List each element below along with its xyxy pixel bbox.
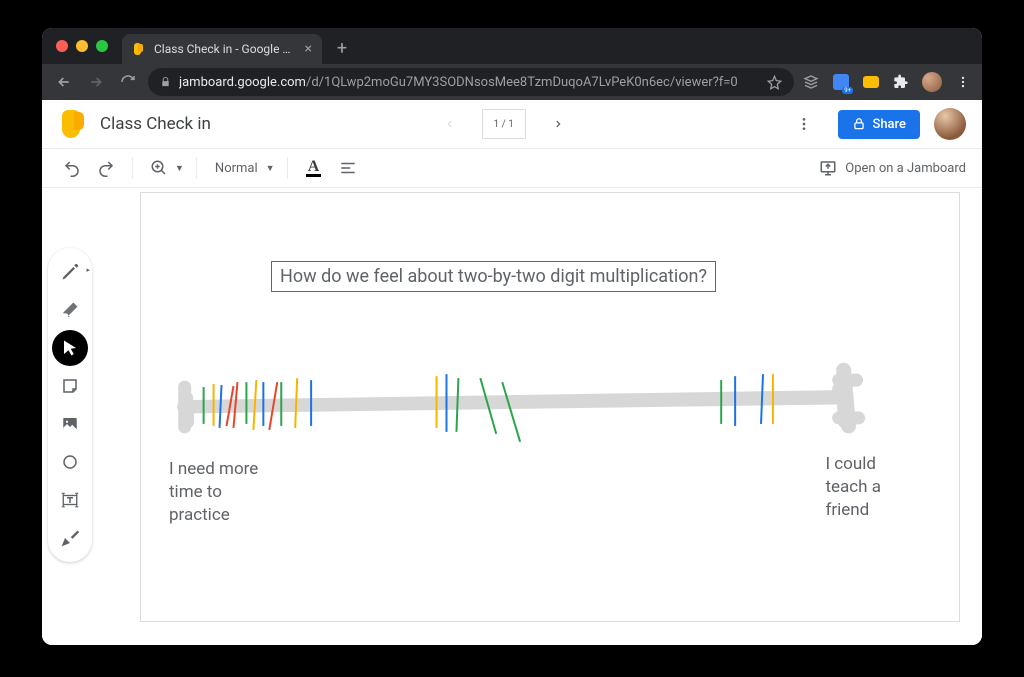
jamboard-favicon-icon <box>132 42 146 56</box>
zoom-level-dropdown[interactable]: Normal ▼ <box>209 161 275 176</box>
spectrum-label-right: I could teach a friend <box>825 453 881 522</box>
toolbar-separator <box>132 157 133 179</box>
address-bar-input[interactable]: jamboard.google.com/d/1QLwp2moGu7MY3SODN… <box>148 68 794 96</box>
frame-selector[interactable]: 1 / 1 <box>482 109 526 139</box>
extensions-row <box>802 72 972 92</box>
content-area: ▸ <box>42 188 982 645</box>
text-align-button[interactable] <box>334 154 362 182</box>
minimize-window-button[interactable] <box>76 40 88 52</box>
zoom-icon <box>145 154 173 182</box>
text-color-button[interactable]: A <box>300 154 328 182</box>
zoom-control[interactable]: ▼ <box>145 154 184 182</box>
jamboard-logo-icon[interactable] <box>58 110 86 138</box>
forward-button[interactable] <box>84 70 108 94</box>
lock-icon <box>160 76 171 88</box>
reload-button[interactable] <box>116 70 140 94</box>
share-button[interactable]: Share <box>838 110 920 139</box>
formatting-toolbar: ▼ Normal ▼ A Open on a Jamboard <box>42 148 982 188</box>
toolbar-separator <box>196 157 197 179</box>
text-box-tool[interactable] <box>52 482 88 518</box>
question-text: How do we feel about two-by-two digit mu… <box>280 266 707 287</box>
user-avatar[interactable] <box>934 108 966 140</box>
image-tool[interactable] <box>52 406 88 442</box>
maximize-window-button[interactable] <box>96 40 108 52</box>
header-right-controls: Share <box>796 108 966 140</box>
spectrum-label-left: I need more time to practice <box>169 458 258 527</box>
extension-mail-icon[interactable] <box>862 73 880 91</box>
browser-tab[interactable]: Class Check in - Google Jambo × <box>122 34 322 64</box>
eraser-tool[interactable] <box>52 292 88 328</box>
open-on-jamboard-button[interactable]: Open on a Jamboard <box>819 159 966 177</box>
browser-tab-bar: Class Check in - Google Jambo × + <box>42 28 982 64</box>
shape-tool[interactable] <box>52 444 88 480</box>
open-on-jamboard-label: Open on a Jamboard <box>845 161 966 176</box>
new-tab-button[interactable]: + <box>328 34 356 62</box>
browser-address-bar: jamboard.google.com/d/1QLwp2moGu7MY3SODN… <box>42 64 982 100</box>
share-button-label: Share <box>872 117 906 132</box>
frame-indicator-label: 1 / 1 <box>494 119 514 130</box>
undo-button[interactable] <box>58 154 86 182</box>
drawing-tool-palette: ▸ <box>42 188 98 645</box>
close-tab-button[interactable]: × <box>305 41 312 57</box>
browser-menu-button[interactable] <box>954 73 972 91</box>
window-controls <box>50 28 116 64</box>
question-text-box[interactable]: How do we feel about two-by-two digit mu… <box>271 261 716 292</box>
bookmark-star-icon[interactable] <box>767 75 782 90</box>
pen-tool[interactable] <box>52 254 88 290</box>
app-header: Class Check in 1 / 1 Share <box>42 100 982 148</box>
jamboard-canvas[interactable]: How do we feel about two-by-two digit mu… <box>140 192 960 622</box>
close-window-button[interactable] <box>56 40 68 52</box>
extension-stack-icon[interactable] <box>802 73 820 91</box>
extensions-puzzle-icon[interactable] <box>892 73 910 91</box>
toolbar-separator <box>287 157 288 179</box>
prev-frame-button[interactable] <box>436 110 464 138</box>
laser-tool[interactable] <box>52 520 88 556</box>
sticky-note-tool[interactable] <box>52 368 88 404</box>
url-text: jamboard.google.com/d/1QLwp2moGu7MY3SODN… <box>179 75 759 90</box>
select-tool[interactable] <box>52 330 88 366</box>
profile-avatar-icon[interactable] <box>922 72 942 92</box>
browser-window: Class Check in - Google Jambo × + jamboa… <box>42 28 982 645</box>
next-frame-button[interactable] <box>544 110 572 138</box>
back-button[interactable] <box>52 70 76 94</box>
document-title[interactable]: Class Check in <box>100 114 211 134</box>
frame-navigator: 1 / 1 <box>225 109 783 139</box>
canvas-viewport: How do we feel about two-by-two digit mu… <box>98 188 982 645</box>
canvas-drawings <box>141 193 959 621</box>
more-options-button[interactable] <box>796 116 824 132</box>
redo-button[interactable] <box>92 154 120 182</box>
extension-badge-icon[interactable] <box>832 73 850 91</box>
tab-title: Class Check in - Google Jambo <box>154 42 297 56</box>
zoom-level-label: Normal <box>209 161 264 176</box>
